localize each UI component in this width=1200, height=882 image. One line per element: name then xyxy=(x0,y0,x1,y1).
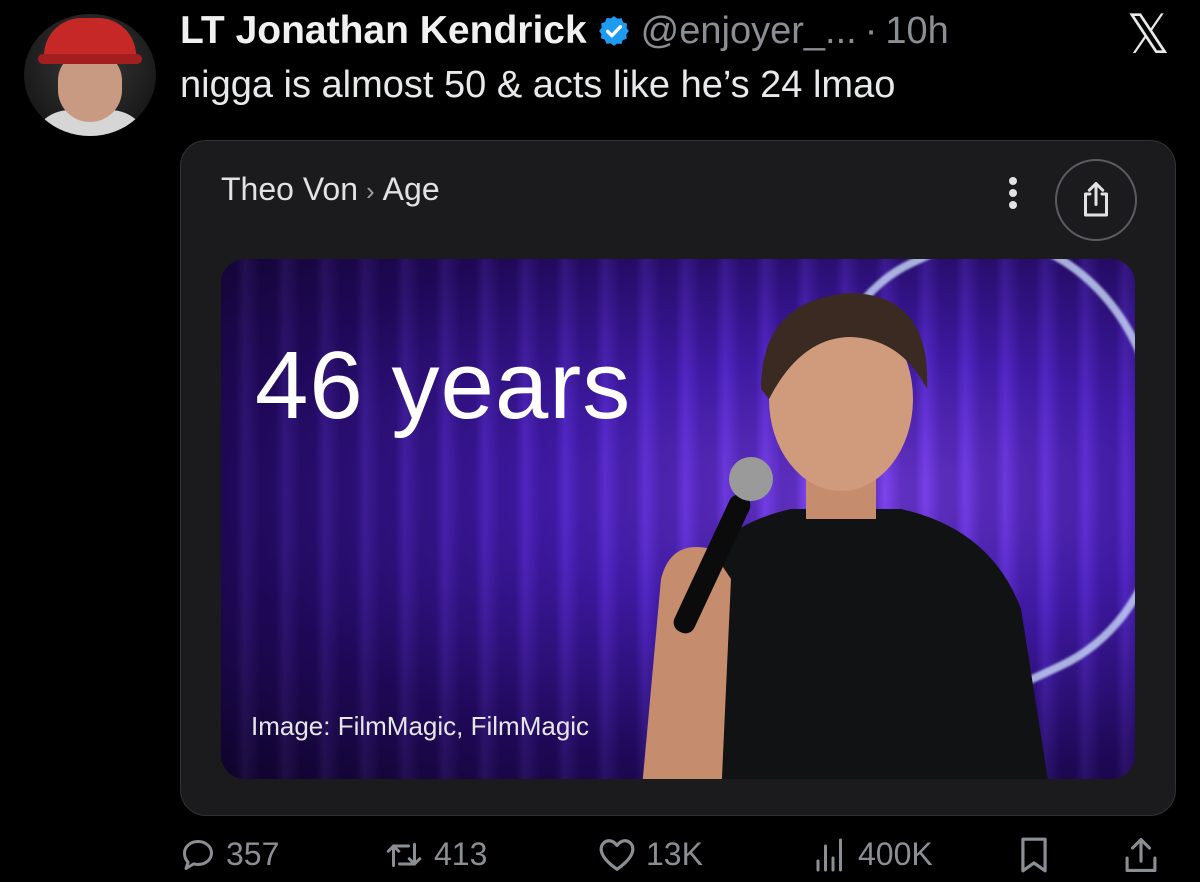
author-handle[interactable]: @enjoyer_... xyxy=(641,10,857,53)
tweet-header: LT Jonathan Kendrick @enjoyer_... · 10h xyxy=(180,6,1180,56)
author-name[interactable]: LT Jonathan Kendrick xyxy=(180,9,587,53)
image-credit: Image: FilmMagic, FilmMagic xyxy=(251,711,590,741)
breadcrumb: Theo Von › Age xyxy=(221,171,440,208)
share-icon xyxy=(1125,838,1157,872)
x-logo-icon: 𝕏 xyxy=(1126,3,1170,66)
like-button[interactable]: 13K xyxy=(598,836,703,873)
repost-count: 413 xyxy=(434,836,488,872)
reply-count: 357 xyxy=(226,836,280,872)
comedian-silhouette xyxy=(642,293,1048,779)
meta-separator: · xyxy=(864,9,878,52)
avatar-cap-brim xyxy=(38,54,142,64)
more-vertical-icon[interactable] xyxy=(1003,173,1023,213)
views-icon xyxy=(816,838,842,871)
share-icon xyxy=(1084,182,1108,217)
post-time[interactable]: 10h xyxy=(885,10,948,53)
answer-image: 46 years Image: FilmMagic, FilmMagic xyxy=(221,259,1135,779)
like-icon xyxy=(599,838,635,871)
embedded-search-card[interactable]: Theo Von › Age 46 years Image: FilmMagic, … xyxy=(180,140,1176,816)
answer-value: 46 years xyxy=(255,332,632,439)
avatar[interactable] xyxy=(24,14,156,136)
views-button[interactable]: 400K xyxy=(812,836,933,873)
card-share-button[interactable] xyxy=(1055,159,1137,241)
share-post-button[interactable] xyxy=(1124,836,1168,874)
reply-icon xyxy=(183,839,213,870)
repost-icon xyxy=(386,842,422,867)
bookmark-button[interactable] xyxy=(1018,836,1060,874)
views-count: 400K xyxy=(858,836,933,872)
breadcrumb-separator: › xyxy=(366,176,375,206)
action-bar: 357 413 13K 400K xyxy=(180,836,1180,882)
repost-button[interactable]: 413 xyxy=(384,836,487,873)
reply-button[interactable]: 357 xyxy=(180,836,279,873)
tweet-text: nigga is almost 50 & acts like he’s 24 l… xyxy=(180,64,896,106)
like-count: 13K xyxy=(646,836,703,872)
verified-badge-icon xyxy=(598,16,629,46)
breadcrumb-attribute: Age xyxy=(382,171,440,207)
bookmark-icon xyxy=(1021,837,1047,873)
breadcrumb-subject: Theo Von xyxy=(221,171,358,207)
